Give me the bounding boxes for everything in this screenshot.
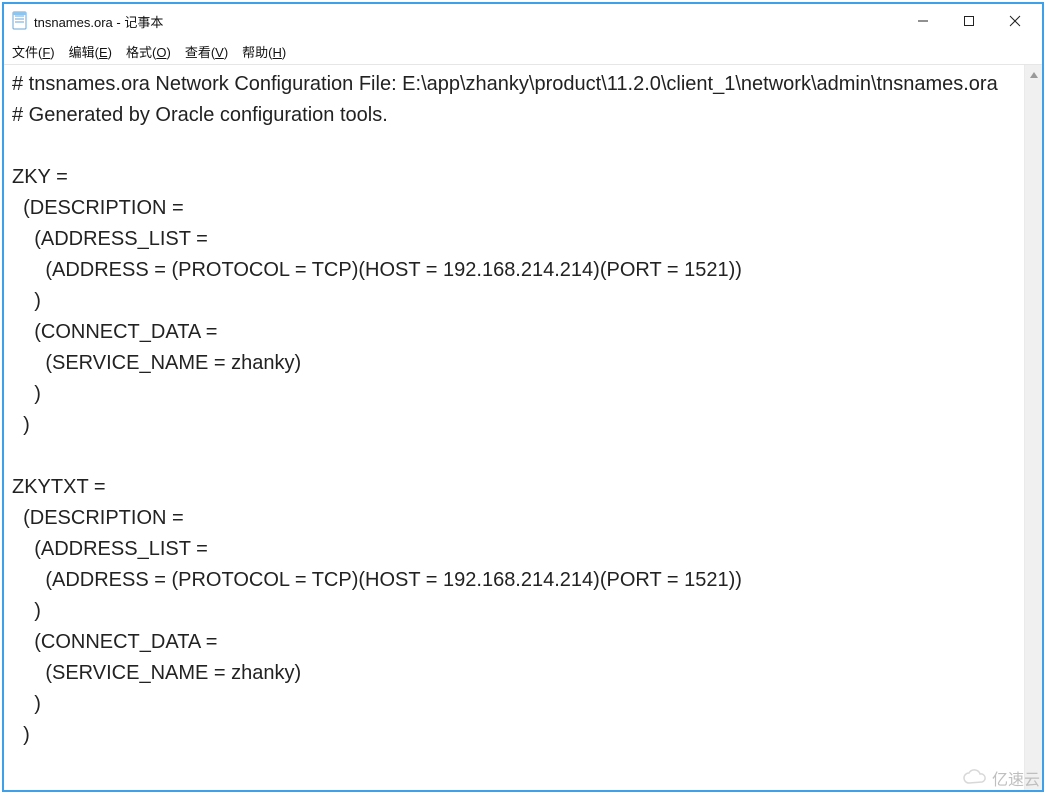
notepad-window: tnsnames.ora - 记事本 文件(F) 编辑(E) 格式(O) 查看(…	[2, 2, 1044, 792]
titlebar[interactable]: tnsnames.ora - 记事本	[4, 4, 1042, 38]
vertical-scrollbar[interactable]	[1024, 65, 1042, 790]
menu-view[interactable]: 查看(V)	[185, 42, 228, 61]
menu-file[interactable]: 文件(F)	[12, 42, 55, 61]
maximize-button[interactable]	[946, 6, 992, 36]
minimize-button[interactable]	[900, 6, 946, 36]
notepad-icon	[12, 11, 28, 31]
text-content[interactable]: # tnsnames.ora Network Configuration Fil…	[4, 65, 1024, 790]
menu-format[interactable]: 格式(O)	[126, 42, 171, 61]
editor-area: # tnsnames.ora Network Configuration Fil…	[4, 64, 1042, 790]
menubar: 文件(F) 编辑(E) 格式(O) 查看(V) 帮助(H)	[4, 38, 1042, 64]
watermark: 亿速云	[962, 766, 1040, 790]
window-title: tnsnames.ora - 记事本	[34, 12, 163, 31]
cloud-icon	[962, 768, 988, 788]
scroll-up-icon[interactable]	[1025, 67, 1042, 83]
menu-edit[interactable]: 编辑(E)	[69, 42, 112, 61]
window-controls	[900, 6, 1038, 36]
watermark-text: 亿速云	[992, 766, 1040, 790]
menu-help[interactable]: 帮助(H)	[242, 42, 286, 61]
close-button[interactable]	[992, 6, 1038, 36]
